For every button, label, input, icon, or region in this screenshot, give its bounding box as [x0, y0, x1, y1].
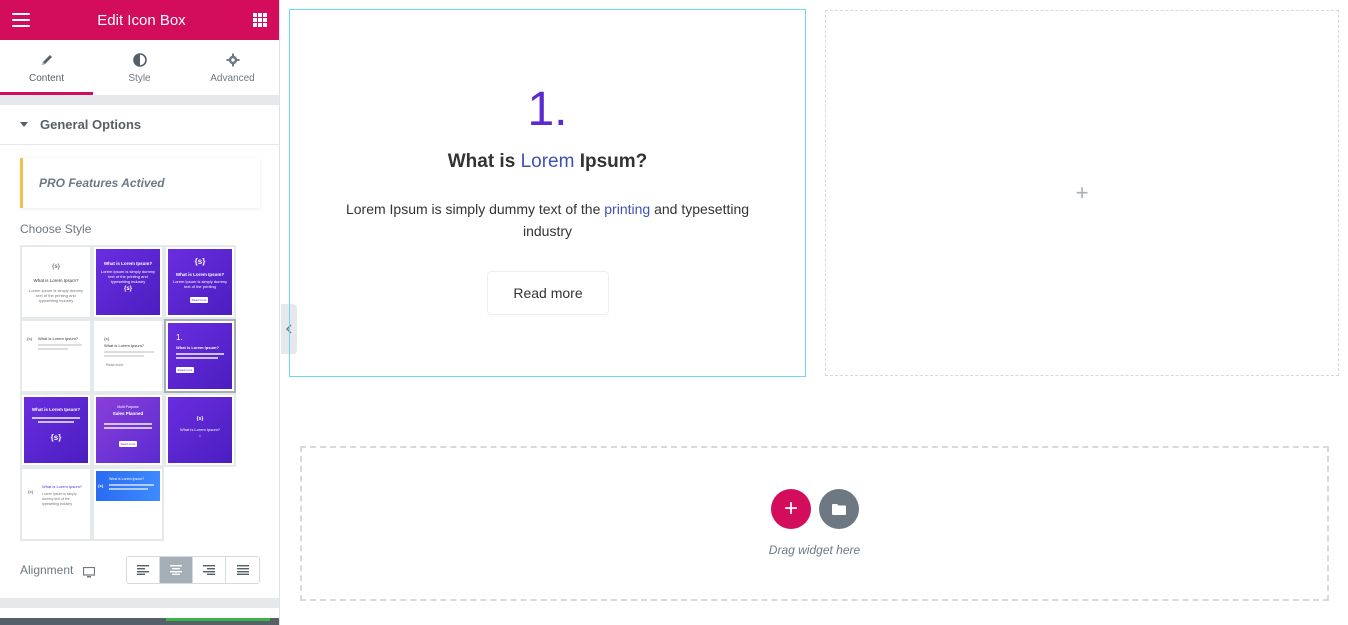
- style-11-title: What is Lorem Ipsum?: [109, 477, 145, 481]
- align-left-button[interactable]: [127, 557, 160, 583]
- arrow-down-icon: ↓: [198, 433, 202, 439]
- align-justify-button[interactable]: [226, 557, 259, 583]
- style-option-6[interactable]: 1. What is Lorem Ipsum? Read more: [164, 319, 236, 393]
- style-option-2[interactable]: What is Lorem Ipsum? Lorem Ipsum is simp…: [92, 245, 164, 319]
- tab-content[interactable]: Content: [0, 40, 93, 95]
- style-option-3[interactable]: {s} What is Lorem Ipsum? Lorem Ipsum is …: [164, 245, 236, 319]
- panel-header: Edit Icon Box: [0, 0, 279, 40]
- style-2-icon: {s}: [123, 286, 132, 292]
- style-option-11[interactable]: {s} What is Lorem Ipsum?: [92, 467, 164, 541]
- title-highlight: Lorem: [520, 151, 575, 172]
- half-circle-icon: [132, 51, 147, 69]
- icon-box-number: 1.: [527, 83, 568, 136]
- panel-tabs: Content Style Advanced: [0, 40, 279, 95]
- pencil-icon: [40, 51, 54, 69]
- style-option-9[interactable]: {s} What is Lorem Ipsum? ↓: [164, 393, 236, 467]
- style-4-title: What is Lorem Ipsum?: [38, 336, 79, 341]
- style-1-title: What is Lorem Ipsum?: [33, 278, 79, 283]
- style-option-5[interactable]: {s} What is Lorem Ipsum? Read more: [92, 319, 164, 393]
- widgets-grid-icon[interactable]: [252, 13, 267, 27]
- style-9-icon: {s}: [196, 416, 204, 422]
- add-section-buttons: +: [771, 489, 859, 529]
- panel-footer: [0, 618, 279, 625]
- tab-style-label: Style: [128, 73, 151, 84]
- empty-column[interactable]: +: [825, 10, 1339, 376]
- tab-style[interactable]: Style: [93, 40, 186, 95]
- style-1-icon: {s}: [51, 264, 60, 270]
- style-10-icon: {s}: [28, 489, 34, 494]
- icon-box-title: What is Lorem Ipsum?: [290, 151, 805, 173]
- style-4-icon: {s}: [27, 336, 33, 341]
- add-template-button[interactable]: [819, 489, 859, 529]
- pro-notice: PRO Features Actived: [20, 158, 260, 208]
- style-option-7[interactable]: What is Lorem Ipsum? {s}: [20, 393, 92, 467]
- style-10-text: Lorem Ipsum is simply dummy text of the …: [42, 492, 77, 506]
- icon-box-description: Lorem Ipsum is simply dummy text of the …: [330, 198, 765, 242]
- add-widget-plus-icon[interactable]: +: [1076, 180, 1089, 206]
- style-7-title: What is Lorem Ipsum?: [31, 407, 81, 412]
- editor-panel: Edit Icon Box Content Style Advanced Gen…: [0, 0, 280, 625]
- align-center-button[interactable]: [160, 557, 193, 583]
- title-suffix: Ipsum?: [574, 151, 648, 172]
- tab-advanced-label: Advanced: [210, 73, 255, 84]
- tab-content-label: Content: [28, 73, 65, 84]
- desc-highlight: printing: [604, 201, 651, 217]
- read-more-button[interactable]: Read more: [487, 271, 609, 315]
- alignment-label: Alignment: [20, 563, 74, 577]
- add-section-zone[interactable]: + Drag widget here: [300, 446, 1329, 601]
- align-right-icon: [203, 565, 215, 575]
- add-section-button[interactable]: +: [771, 489, 811, 529]
- style-5-button: Read more: [106, 363, 124, 367]
- style-6-number: 1.: [176, 333, 183, 342]
- style-5-icon: {s}: [104, 336, 110, 341]
- tab-advanced[interactable]: Advanced: [186, 40, 279, 95]
- caret-down-icon: [20, 122, 28, 127]
- style-7-icon: {s}: [50, 433, 62, 442]
- panel-divider: [0, 598, 279, 608]
- alignment-control: Alignment: [20, 556, 260, 584]
- tabs-divider: [0, 95, 279, 105]
- style-option-10[interactable]: {s} What is Lorem Ipsum? Lorem Ipsum is …: [20, 467, 92, 541]
- style-11-icon: {s}: [98, 483, 104, 488]
- style-2-title: What is Lorem Ipsum?: [103, 261, 153, 266]
- section-general-options[interactable]: General Options: [0, 105, 279, 145]
- alignment-buttons: [126, 556, 260, 584]
- style-10-title: What is Lorem Ipsum?: [42, 484, 83, 489]
- icon-box-widget[interactable]: 1. What is Lorem Ipsum? Lorem Ipsum is s…: [289, 9, 806, 377]
- desc-prefix: Lorem Ipsum is simply dummy text of the: [345, 201, 605, 217]
- align-center-icon: [170, 565, 182, 575]
- style-3-button: Read more: [190, 297, 208, 303]
- style-5-title: What is Lorem Ipsum?: [104, 343, 145, 348]
- style-3-icon: {s}: [194, 257, 206, 266]
- align-justify-icon: [236, 565, 249, 575]
- style-1-text: Lorem Ipsum is simply dummy text of the …: [29, 288, 84, 303]
- align-left-icon: [137, 565, 149, 575]
- style-option-8[interactable]: Multi Purpose Sales Planned Read more: [92, 393, 164, 467]
- choose-style-label: Choose Style: [20, 222, 92, 236]
- folder-icon: [832, 503, 846, 515]
- style-8-subtitle: Multi Purpose: [117, 405, 139, 409]
- style-option-4[interactable]: {s} What is Lorem Ipsum?: [20, 319, 92, 393]
- desktop-icon[interactable]: [83, 565, 96, 578]
- style-3-text: Lorem Ipsum is simply dummy text of the …: [172, 279, 227, 289]
- pro-notice-text: PRO Features Actived: [39, 176, 165, 190]
- section-title: General Options: [40, 117, 142, 132]
- style-9-title: What is Lorem Ipsum?: [179, 427, 220, 432]
- drag-widget-hint: Drag widget here: [768, 543, 861, 557]
- style-6-title: What is Lorem Ipsum?: [176, 345, 219, 350]
- title-prefix: What is: [447, 151, 521, 172]
- menu-icon[interactable]: [12, 13, 30, 27]
- panel-title: Edit Icon Box: [97, 11, 186, 29]
- style-option-1[interactable]: {s} What is Lorem Ipsum? Lorem Ipsum is …: [20, 245, 92, 319]
- gear-icon: [226, 51, 240, 69]
- style-8-button: Read more: [119, 441, 137, 447]
- style-picker: {s} What is Lorem Ipsum? Lorem Ipsum is …: [20, 245, 236, 541]
- style-6-button: Read more: [176, 367, 194, 373]
- style-3-title: What is Lorem Ipsum?: [175, 272, 225, 277]
- style-2-text: Lorem Ipsum is simply dummy text of the …: [100, 269, 155, 284]
- style-8-title: Sales Planned: [112, 411, 144, 416]
- align-right-button[interactable]: [193, 557, 226, 583]
